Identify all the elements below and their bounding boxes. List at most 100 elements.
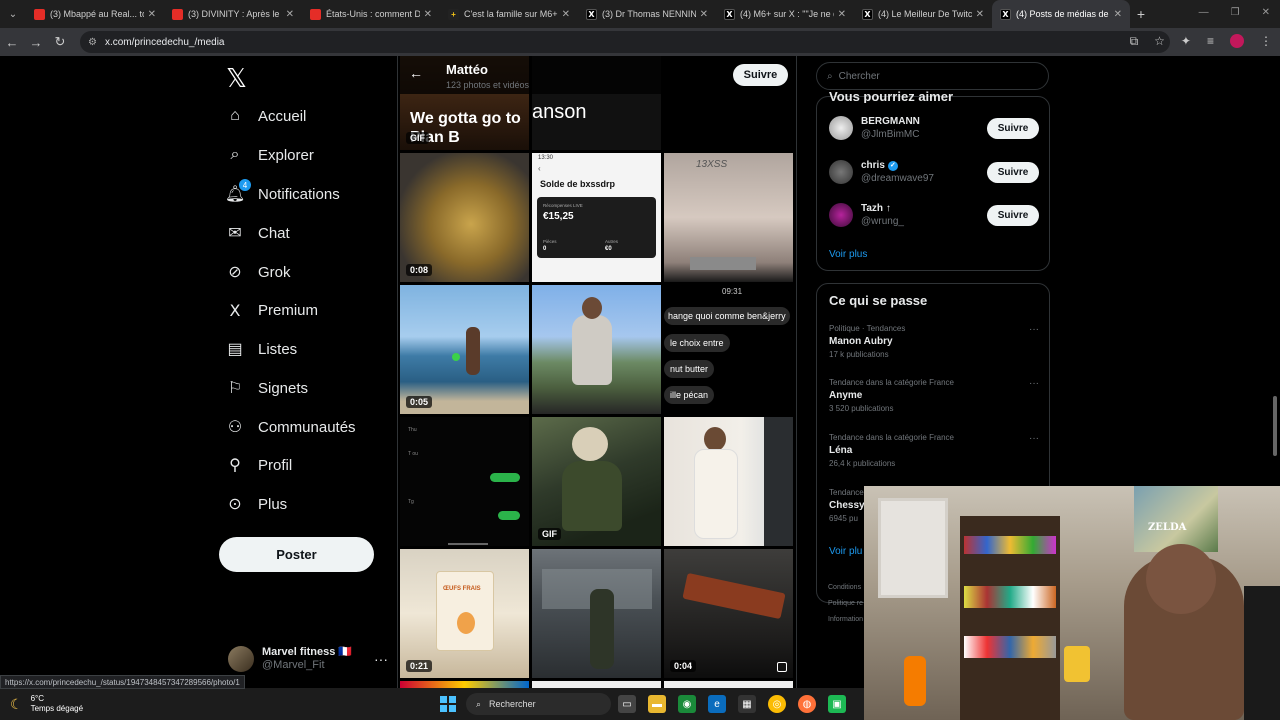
store-icon[interactable]: ▦ [738,695,756,713]
follow-button[interactable]: Suivre [987,204,1039,226]
browser-tab[interactable]: X (3) Dr Thomas NENNING ✕ [578,0,716,28]
media-tile[interactable] [664,417,793,546]
nav-label: Notifications [258,185,340,203]
browser-tab[interactable]: X (4) M6+ sur X : ""Je ne qu ✕ [716,0,854,28]
scrollbar-thumb[interactable] [1273,396,1277,456]
site-info-icon[interactable]: ⚙ [88,37,97,48]
maximize-icon[interactable]: ❐ [1231,7,1240,18]
suggestion-row[interactable]: chris ✓ @dreamwave97 Suivre [829,157,1039,187]
media-tile[interactable]: 0:04 [664,549,793,678]
xbox-icon[interactable]: ◉ [678,695,696,713]
more-icon[interactable]: ··· [1029,324,1039,335]
nav-item-premium[interactable]: X Premium [226,295,319,325]
nav-item-communities[interactable]: ⚇ Communautés [226,412,356,442]
media-tile[interactable]: Thu T ou Tg [400,417,529,546]
post-button[interactable]: Poster [219,537,374,572]
close-icon[interactable]: ✕ [562,9,570,20]
chrome-icon[interactable]: ◎ [768,695,786,713]
media-tile[interactable] [532,681,661,688]
more-icon[interactable]: ··· [1029,378,1039,389]
close-icon[interactable]: ✕ [976,9,984,20]
media-tile[interactable]: 09:31 hange quoi comme ben&jerry le choi… [664,285,793,414]
footer-link[interactable]: Politique re [828,596,863,612]
follow-button[interactable]: Suivre [733,64,788,86]
media-tile[interactable]: 13XSS [664,153,793,282]
media-tile[interactable]: 13:30 ‹ Solde de bxssdrp Récompenses LIV… [532,153,661,282]
taskbar-search[interactable]: ⌕ Rechercher [466,693,611,715]
nav-label: Premium [258,301,319,319]
minimize-icon[interactable]: — [1199,7,1209,18]
profile-name: Mattéo [446,62,488,77]
media-tile[interactable] [664,681,793,688]
star-icon[interactable]: ☆ [1154,34,1165,49]
nav-item-grok[interactable]: ⊘ Grok [226,257,290,287]
media-tile[interactable]: ŒUFS FRAIS 0:21 [400,549,529,678]
task-view-icon[interactable]: ▭ [618,695,636,713]
m6-icon: + [448,8,459,20]
reload-icon[interactable]: ↻ [48,28,72,56]
search-input[interactable]: ⌕ Chercher [816,62,1049,90]
see-more-link[interactable]: Voir plus [829,249,867,260]
forward-icon[interactable]: → [24,28,48,56]
trend-item[interactable]: Politique · Tendances Manon Aubry 17 k p… [829,324,1039,359]
nav-item-more[interactable]: ⊙ Plus [226,489,287,519]
see-more-link[interactable]: Voir plu [829,546,862,557]
tab-search-icon[interactable]: ⌄ [0,0,26,28]
trend-item[interactable]: Tendance dans la catégorie France Léna 2… [829,433,1039,468]
browser-tab-active[interactable]: X (4) Posts de médias de M ✕ [992,0,1130,28]
media-tile[interactable] [400,681,529,688]
nav-item-profile[interactable]: ⚲ Profil [226,450,292,480]
browser-tab[interactable]: X (4) Le Meilleur De Twitch ✕ [854,0,992,28]
browser-tab[interactable]: (3) DIVINITY : Après le tr ✕ [164,0,302,28]
nav-label: Explorer [258,146,314,164]
edge-icon[interactable]: e [708,695,726,713]
browser-tab[interactable]: (3) Mbappé au Real... tou ✕ [26,0,164,28]
new-tab-button[interactable]: + [1130,0,1152,28]
nav-item-lists[interactable]: ▤ Listes [226,334,297,364]
media-tile[interactable] [532,549,661,678]
browser-tab[interactable]: États-Unis : comment Do ✕ [302,0,440,28]
media-icon[interactable]: ≡ [1207,34,1214,49]
more-icon[interactable]: ··· [1029,433,1039,444]
profile-header: ← Mattéo 123 photos et vidéos Suivre [398,56,796,94]
install-icon[interactable]: ⧉ [1130,34,1139,49]
close-icon[interactable]: ✕ [424,9,432,20]
suggestion-row[interactable]: BERGMANN @JlmBimMC Suivre [829,113,1039,143]
footer-link[interactable]: Conditions [828,580,863,596]
menu-icon[interactable]: ⋮ [1260,34,1272,49]
close-icon[interactable]: ✕ [838,9,846,20]
nav-item-notifications[interactable]: 🔔︎ 4 Notifications [225,179,340,209]
follow-button[interactable]: Suivre [987,117,1039,139]
trend-item[interactable]: Tendance dans la catégorie France Anyme … [829,378,1039,413]
nav-item-explore[interactable]: ⌕ Explorer [226,140,314,170]
url-input[interactable]: ⚙ x.com/princedechu_/media [80,31,1170,53]
media-tile[interactable] [532,285,661,414]
suggestion-row[interactable]: Tazh ↑ @wrung_ Suivre [829,200,1039,230]
firefox-icon[interactable]: ◍ [798,695,816,713]
back-icon[interactable]: ← [0,28,24,56]
app-icon[interactable]: ▣ [828,695,846,713]
nav-item-home[interactable]: ⌂ Accueil [226,101,306,131]
back-arrow-icon[interactable]: ← [409,65,423,81]
close-icon[interactable]: ✕ [1114,9,1122,20]
media-tile[interactable]: GIF [532,417,661,546]
close-icon[interactable]: ✕ [148,9,156,20]
close-window-icon[interactable]: ✕ [1262,7,1270,18]
extensions-icon[interactable]: ✦ [1181,34,1191,49]
more-icon[interactable]: ··· [374,651,388,667]
media-tile[interactable]: 0:05 [400,285,529,414]
footer-link[interactable]: Information [828,612,863,628]
close-icon[interactable]: ✕ [286,9,294,20]
follow-button[interactable]: Suivre [987,161,1039,183]
windows-start-icon[interactable] [440,696,456,712]
browser-tab[interactable]: + C'est la famille sur M6+ : ✕ [440,0,578,28]
close-icon[interactable]: ✕ [700,9,708,20]
weather-widget[interactable]: ☾ 6°C Temps dégagé [10,694,83,714]
x-logo-icon[interactable]: 𝕏 [226,64,247,94]
nav-item-bookmarks[interactable]: ⚐ Signets [226,373,308,403]
media-tile[interactable]: 0:08 [400,153,529,282]
profile-avatar[interactable] [1230,34,1244,48]
folder-icon[interactable]: ▬ [648,695,666,713]
nav-item-chat[interactable]: ✉ Chat [226,218,289,248]
account-switcher[interactable]: Marvel fitness 🇫🇷 @Marvel_Fit ··· [228,643,388,675]
